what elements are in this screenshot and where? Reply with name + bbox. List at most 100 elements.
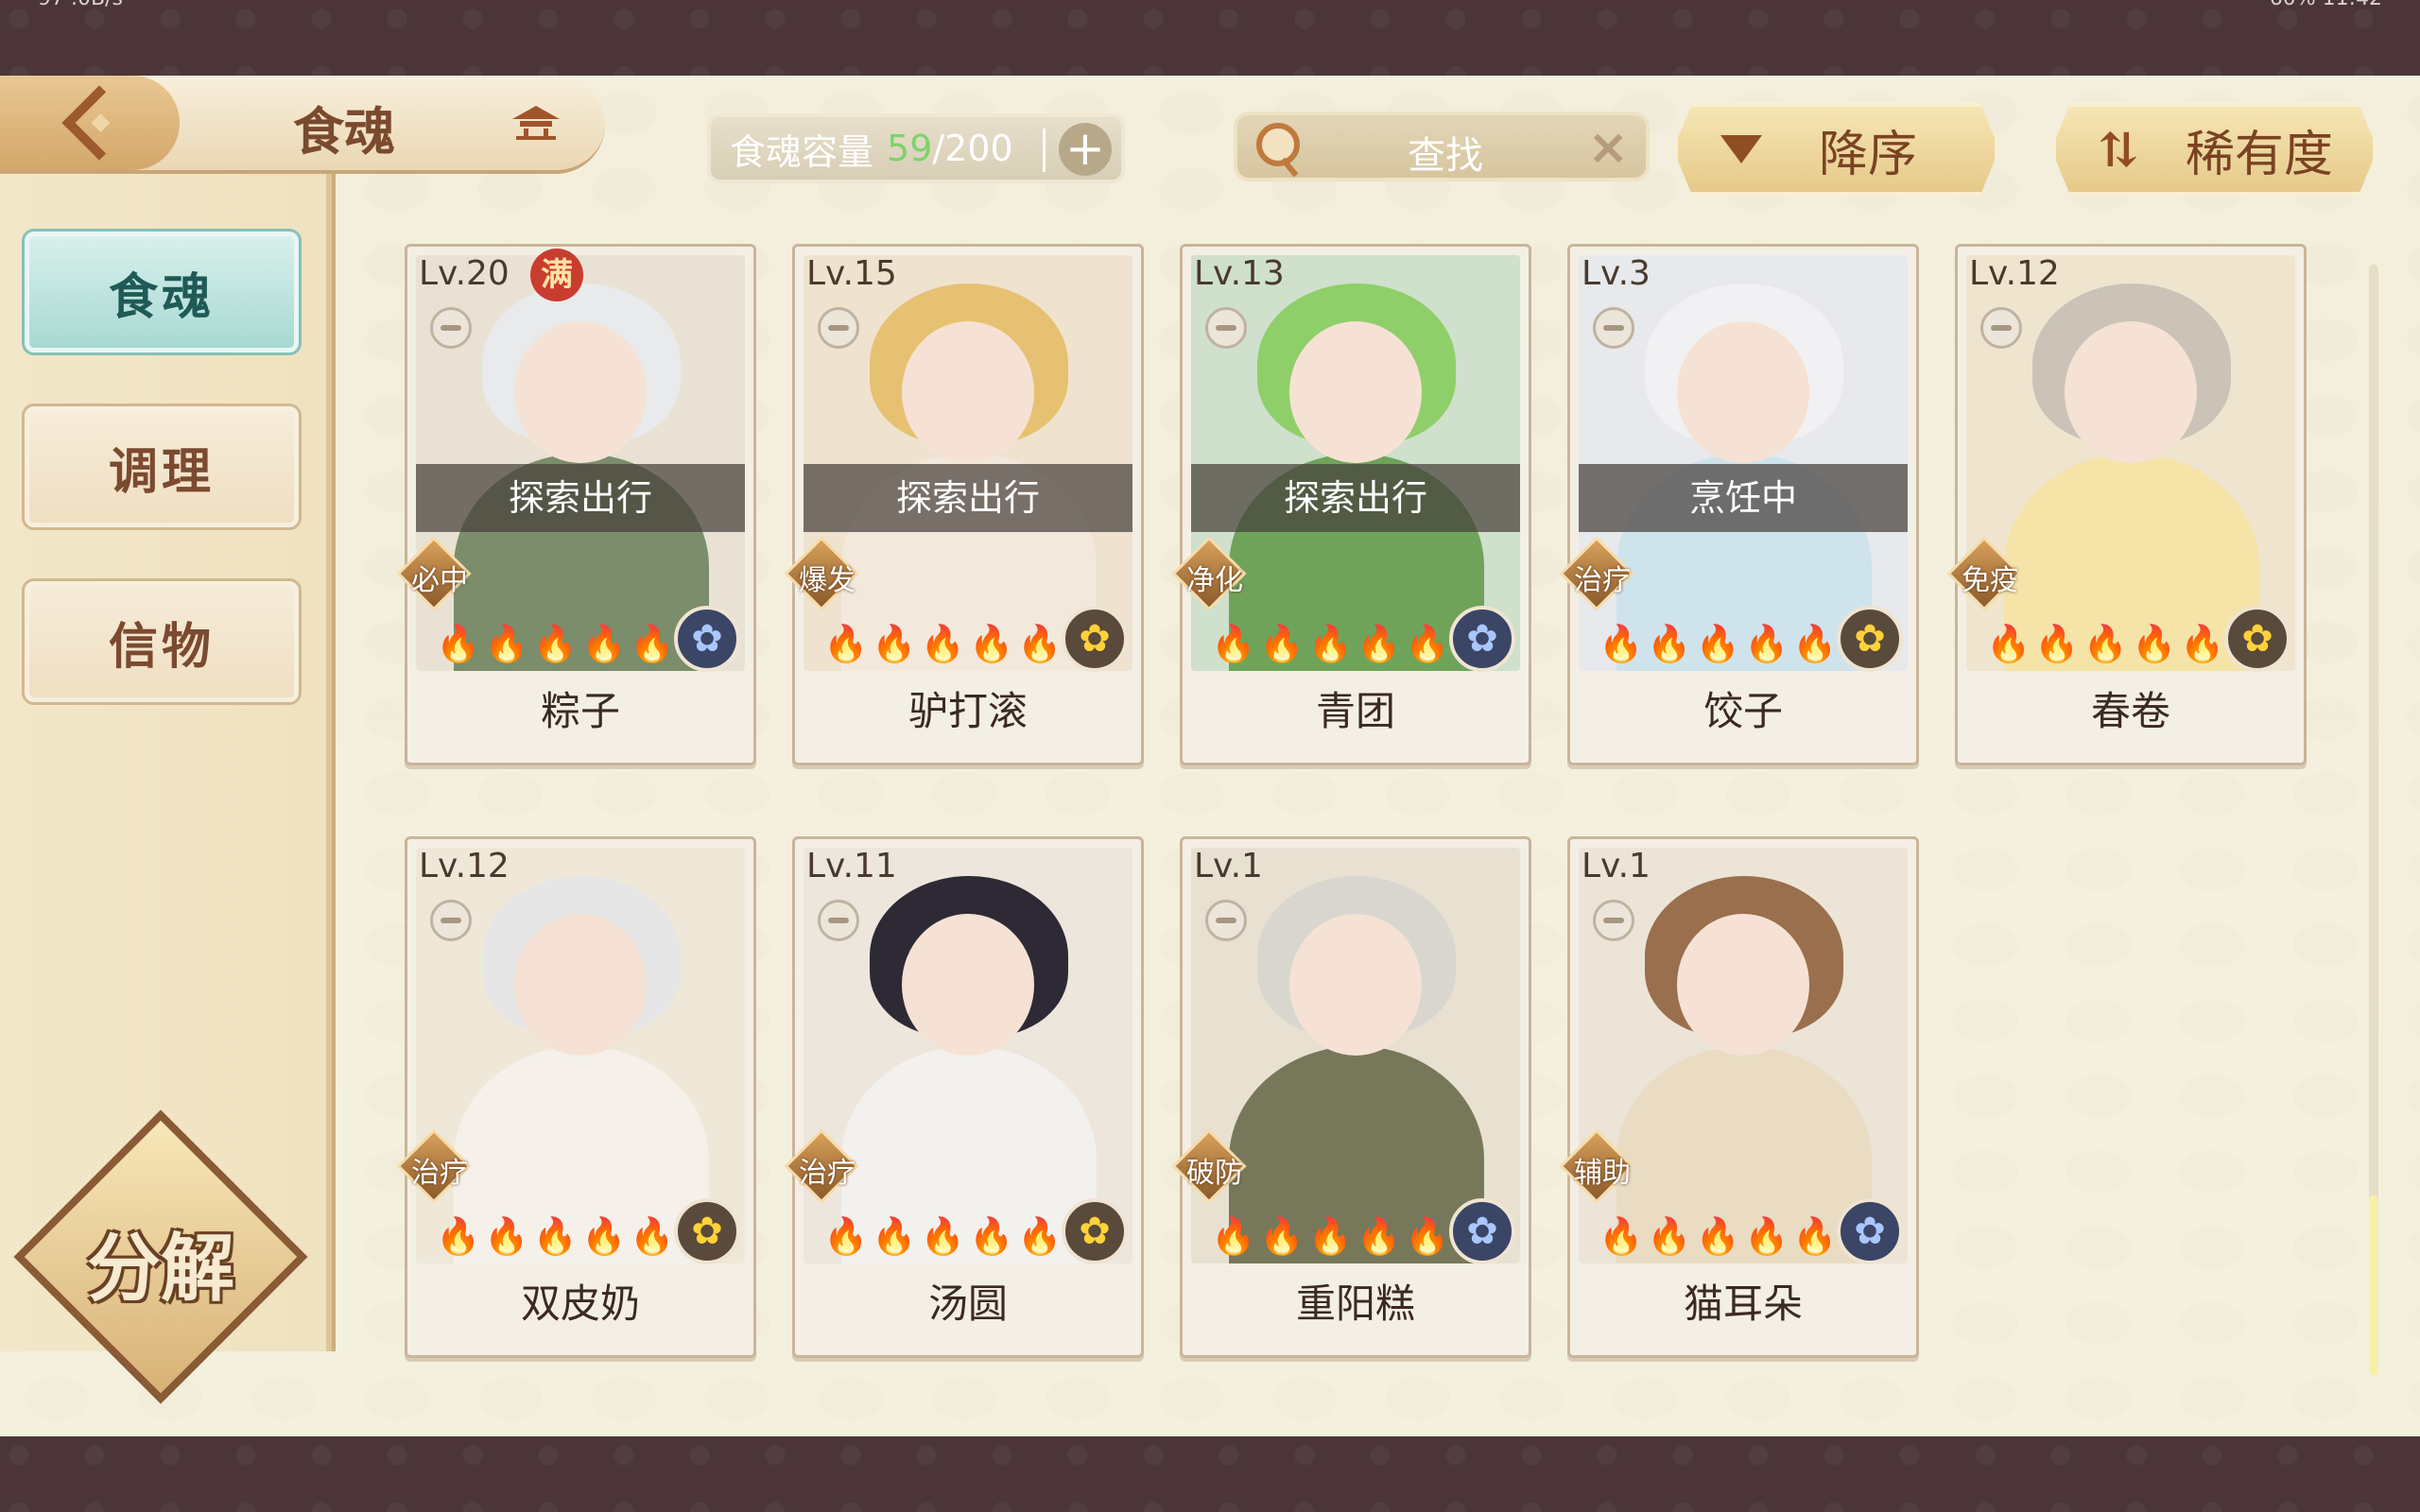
character-face bbox=[1289, 321, 1422, 463]
food-soul-card[interactable]: Lv.1 破防 🔥🔥🔥🔥🔥 ✿ 重阳糕 bbox=[1171, 836, 1531, 1358]
flame-icon: 🔥 bbox=[1792, 1215, 1841, 1257]
bottom-bar bbox=[0, 1436, 2420, 1512]
character-face bbox=[1289, 914, 1422, 1056]
star-rating: 🔥🔥🔥🔥🔥 bbox=[1211, 623, 1454, 665]
top-bar: 97 .0B/s 60% 11:42 bbox=[0, 0, 2420, 76]
food-soul-card[interactable]: Lv.12 免疫 🔥🔥🔥🔥🔥 ✿ 春卷 bbox=[1946, 244, 2307, 765]
max-level-badge: 满 bbox=[530, 249, 583, 301]
level-label: Lv.1 bbox=[1582, 847, 1651, 885]
page-title: 食魂 bbox=[293, 101, 395, 162]
flame-icon: 🔥 bbox=[1356, 1215, 1406, 1257]
food-soul-card[interactable]: Lv.11 治疗 🔥🔥🔥🔥🔥 ✿ 汤圆 bbox=[784, 836, 1144, 1358]
search-icon bbox=[1256, 123, 1300, 166]
level-label: Lv.12 bbox=[419, 847, 510, 885]
flame-icon: 🔥 bbox=[2180, 623, 2229, 664]
flame-icon: 🔥 bbox=[872, 623, 921, 664]
bowl-icon bbox=[1205, 900, 1247, 941]
element-icon: ✿ bbox=[1062, 1198, 1128, 1264]
role-label: 破防 bbox=[1186, 1157, 1243, 1190]
decompose-label: 分解 bbox=[86, 1226, 234, 1312]
flame-icon: 🔥 bbox=[968, 623, 1018, 664]
flame-icon: 🔥 bbox=[630, 1215, 679, 1257]
food-soul-card[interactable]: Lv.1 辅助 🔥🔥🔥🔥🔥 ✿ 猫耳朵 bbox=[1559, 836, 1919, 1358]
back-button[interactable] bbox=[0, 76, 180, 170]
status-banner: 探索出行 bbox=[804, 464, 1132, 532]
food-soul-card[interactable]: Lv.12 治疗 🔥🔥🔥🔥🔥 ✿ 双皮奶 bbox=[396, 836, 756, 1358]
element-icon: ✿ bbox=[1449, 606, 1515, 672]
search-box[interactable]: 查找 × bbox=[1234, 112, 1650, 181]
clear-icon[interactable]: × bbox=[1587, 119, 1629, 176]
star-rating: 🔥🔥🔥🔥🔥 bbox=[1599, 623, 1841, 665]
flame-icon: 🔥 bbox=[1405, 1215, 1454, 1257]
flame-icon: 🔥 bbox=[1259, 1215, 1308, 1257]
level-label: Lv.1 bbox=[1194, 847, 1263, 885]
character-face bbox=[514, 914, 647, 1056]
flame-icon: 🔥 bbox=[580, 623, 631, 664]
flame-icon: 🔥 bbox=[823, 1215, 873, 1257]
flame-icon: 🔥 bbox=[1986, 623, 2035, 664]
flame-icon: 🔥 bbox=[1647, 1215, 1696, 1257]
role-label: 治疗 bbox=[799, 1157, 856, 1190]
food-soul-card[interactable]: Lv.3 烹饪中 治疗 🔥🔥🔥🔥🔥 ✿ 饺子 bbox=[1559, 244, 1919, 765]
character-name: 驴打滚 bbox=[908, 688, 1028, 734]
flame-icon: 🔥 bbox=[436, 623, 485, 664]
role-label: 免疫 bbox=[1962, 564, 2018, 597]
element-icon: ✿ bbox=[1449, 1198, 1515, 1264]
food-soul-card[interactable]: Lv.20 满 探索出行 必中 🔥🔥🔥🔥🔥 ✿ 粽子 bbox=[396, 244, 756, 765]
pavilion-icon[interactable] bbox=[510, 102, 562, 140]
bowl-icon bbox=[430, 307, 472, 349]
sidebar-item-label: 信物 bbox=[108, 617, 215, 676]
flame-icon: 🔥 bbox=[1599, 623, 1648, 664]
element-icon: ✿ bbox=[2224, 606, 2290, 672]
sidebar-item-label: 食魂 bbox=[108, 267, 215, 326]
scrollbar-thumb[interactable] bbox=[2369, 1195, 2378, 1375]
sidebar-item-tokens[interactable]: 信物 bbox=[22, 578, 302, 705]
rarity-label: 稀有度 bbox=[2185, 126, 2333, 183]
flame-icon: 🔥 bbox=[2083, 623, 2132, 664]
status-banner: 烹饪中 bbox=[1579, 464, 1908, 532]
flame-icon: 🔥 bbox=[2131, 623, 2181, 664]
food-soul-card[interactable]: Lv.15 探索出行 爆发 🔥🔥🔥🔥🔥 ✿ 驴打滚 bbox=[784, 244, 1144, 765]
flame-icon: 🔥 bbox=[484, 623, 533, 664]
sidebar-item-label: 调理 bbox=[108, 442, 215, 501]
flame-icon: 🔥 bbox=[1792, 623, 1841, 664]
sort-order-button[interactable]: 降序 bbox=[1673, 102, 1999, 197]
element-icon: ✿ bbox=[1837, 1198, 1903, 1264]
star-rating: 🔥🔥🔥🔥🔥 bbox=[436, 1215, 679, 1258]
flame-icon: 🔥 bbox=[1743, 623, 1793, 664]
character-face bbox=[2065, 321, 2197, 463]
element-icon: ✿ bbox=[674, 606, 740, 672]
capacity-divider bbox=[1043, 129, 1046, 172]
flame-icon: 🔥 bbox=[532, 1215, 581, 1257]
star-rating: 🔥🔥🔥🔥🔥 bbox=[1211, 1215, 1454, 1258]
flame-icon: 🔥 bbox=[1743, 1215, 1793, 1257]
level-label: Lv.12 bbox=[1969, 254, 2060, 293]
level-label: Lv.3 bbox=[1582, 254, 1651, 293]
element-icon: ✿ bbox=[674, 1198, 740, 1264]
character-face bbox=[902, 914, 1034, 1056]
bowl-icon bbox=[1980, 307, 2022, 349]
flame-icon: 🔥 bbox=[920, 623, 969, 664]
sidebar-item-food-souls[interactable]: 食魂 bbox=[22, 229, 302, 355]
flame-icon: 🔥 bbox=[1356, 623, 1406, 664]
role-badge: 辅助 bbox=[1559, 1128, 1634, 1204]
flame-icon: 🔥 bbox=[630, 623, 679, 664]
add-capacity-button[interactable]: + bbox=[1059, 123, 1112, 176]
flame-icon: 🔥 bbox=[920, 1215, 969, 1257]
star-rating: 🔥🔥🔥🔥🔥 bbox=[1986, 623, 2229, 665]
search-input[interactable]: 查找 bbox=[1408, 125, 1483, 180]
flame-icon: 🔥 bbox=[2034, 623, 2083, 664]
flame-icon: 🔥 bbox=[1647, 623, 1696, 664]
role-badge: 治疗 bbox=[784, 1128, 859, 1204]
food-soul-card[interactable]: Lv.13 探索出行 净化 🔥🔥🔥🔥🔥 ✿ 青团 bbox=[1171, 244, 1531, 765]
battery-clock: 60% 11:42 bbox=[2270, 0, 2382, 10]
rarity-sort-button[interactable]: ⇅ 稀有度 bbox=[2051, 102, 2377, 197]
character-name: 粽子 bbox=[540, 688, 620, 734]
sidebar-item-conditioning[interactable]: 调理 bbox=[22, 404, 302, 530]
capacity-display: 食魂容量 59 /200 + bbox=[707, 113, 1125, 183]
element-icon: ✿ bbox=[1062, 606, 1128, 672]
role-badge: 爆发 bbox=[784, 536, 859, 611]
role-label: 辅助 bbox=[1574, 1157, 1631, 1190]
flame-icon: 🔥 bbox=[1017, 623, 1066, 664]
flame-icon: 🔥 bbox=[1211, 623, 1260, 664]
